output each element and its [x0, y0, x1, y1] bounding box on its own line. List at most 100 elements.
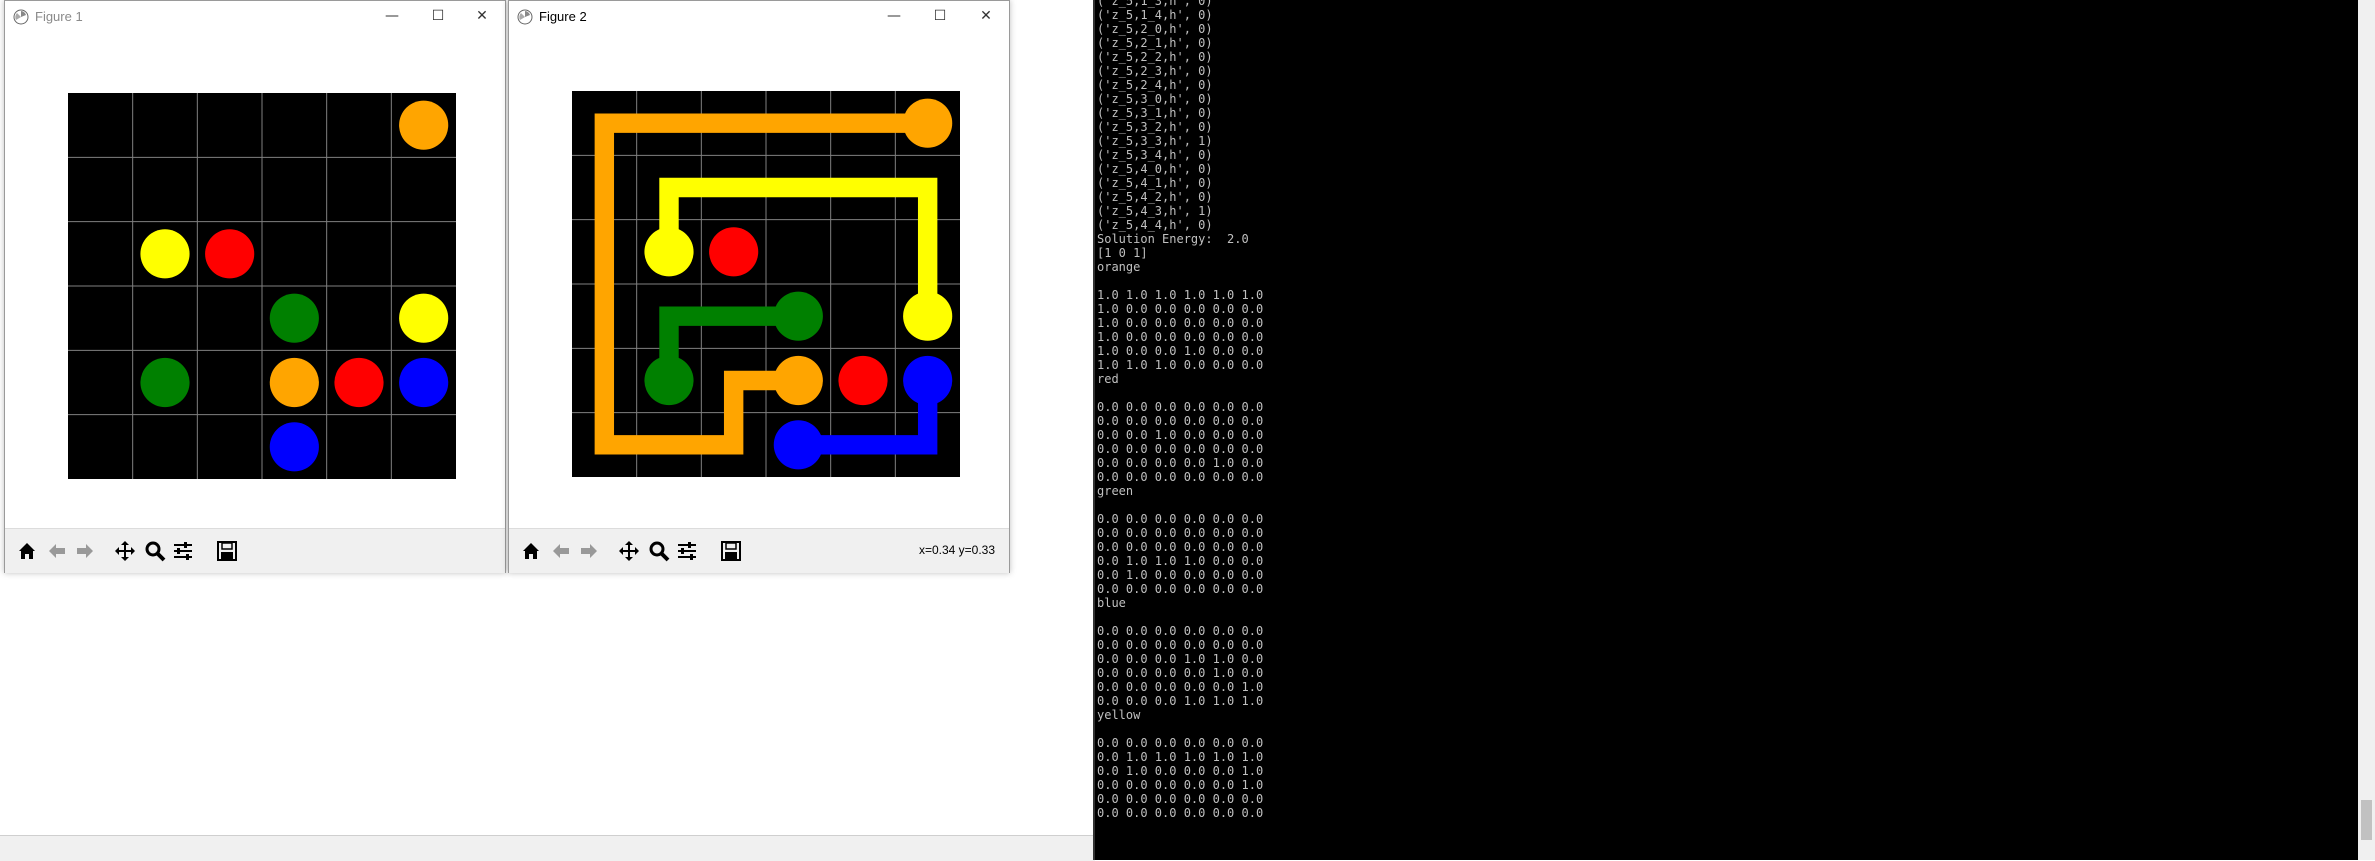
red-dot [838, 355, 888, 406]
save-icon [217, 541, 237, 561]
forward-button[interactable] [575, 537, 603, 565]
cursor-coordinates: x=0.34 y=0.33 [918, 543, 995, 557]
console-line: 0.0 0.0 0.0 0.0 0.0 0.0 [1097, 526, 1264, 540]
console-line: 0.0 0.0 0.0 0.0 0.0 0.0 [1097, 736, 1264, 750]
console-line: 0.0 0.0 0.0 0.0 0.0 0.0 [1097, 414, 1264, 428]
console-output: ('z_5,1_3,h', 0) ('z_5,1_4,h', 0) ('z_5,2_… [1097, 0, 1263, 820]
figure-1-canvas[interactable] [5, 31, 505, 528]
forward-button[interactable] [71, 537, 99, 565]
console-line: blue [1097, 596, 1126, 610]
puzzle-solution-board [572, 91, 960, 477]
taskbar-strip [0, 835, 1095, 861]
zoom-button[interactable] [141, 537, 169, 565]
maximize-button[interactable]: ☐ [415, 1, 461, 31]
console-line: ('z_5,4_3,h', 1) [1097, 204, 1213, 218]
console-line: orange [1097, 260, 1141, 274]
console-line: 0.0 0.0 0.0 1.0 1.0 1.0 [1097, 694, 1264, 708]
minimize-button[interactable]: — [369, 1, 415, 31]
pan-button[interactable] [111, 537, 139, 565]
console-line: ('z_5,3_4,h', 0) [1097, 148, 1213, 162]
home-button[interactable] [517, 537, 545, 565]
back-button[interactable] [43, 537, 71, 565]
maximize-button[interactable]: ☐ [917, 1, 963, 31]
console-line: 0.0 0.0 0.0 0.0 0.0 1.0 [1097, 778, 1264, 792]
blue-dot [269, 422, 319, 472]
console-line: 0.0 1.0 0.0 0.0 0.0 1.0 [1097, 764, 1264, 778]
matplotlib-logo-icon [13, 9, 29, 25]
green-dot [773, 291, 823, 341]
back-arrow-icon [553, 544, 569, 558]
console-line: 0.0 0.0 0.0 0.0 0.0 0.0 [1097, 540, 1264, 554]
save-icon [721, 541, 741, 561]
console-line: ('z_5,1_4,h', 0) [1097, 8, 1213, 22]
console-scrollbar[interactable] [2358, 0, 2375, 860]
figure-2-window[interactable]: Figure 2 — ☐ ✕ x=0.34 y=0.33 [508, 0, 1010, 573]
navigation-toolbar [5, 528, 505, 573]
orange-dot [903, 98, 953, 148]
console-line: 1.0 1.0 1.0 1.0 1.0 1.0 [1097, 288, 1264, 302]
configure-subplots-icon [174, 542, 192, 560]
save-button[interactable] [717, 537, 745, 565]
red-dot [205, 229, 255, 279]
console-line: [1 0 1] [1097, 246, 1148, 260]
console-line: ('z_5,4_4,h', 0) [1097, 218, 1213, 232]
yellow-dot [399, 293, 449, 343]
window-title: Figure 1 [35, 9, 83, 24]
close-button[interactable]: ✕ [963, 1, 1009, 31]
console-line: ('z_5,2_1,h', 0) [1097, 36, 1213, 50]
console-line: 0.0 0.0 0.0 0.0 1.0 0.0 [1097, 666, 1264, 680]
console-line: 0.0 0.0 0.0 0.0 0.0 0.0 [1097, 470, 1264, 484]
console-line: ('z_5,2_4,h', 0) [1097, 78, 1213, 92]
configure-subplots-button[interactable] [169, 537, 197, 565]
figure-1-titlebar[interactable]: Figure 1 — ☐ ✕ [5, 1, 505, 31]
console-line: ('z_5,1_3,h', 0) [1097, 0, 1213, 8]
console-line: 0.0 0.0 0.0 0.0 0.0 0.0 [1097, 400, 1264, 414]
console-line: 1.0 0.0 0.0 0.0 0.0 0.0 [1097, 302, 1264, 316]
console-line: ('z_5,4_0,h', 0) [1097, 162, 1213, 176]
console-line: 0.0 0.0 0.0 0.0 0.0 0.0 [1097, 638, 1264, 652]
console-line: ('z_5,3_2,h', 0) [1097, 120, 1213, 134]
console-line: 0.0 0.0 1.0 0.0 0.0 0.0 [1097, 428, 1264, 442]
figure-2-titlebar[interactable]: Figure 2 — ☐ ✕ [509, 1, 1009, 31]
console-line: Solution Energy: 2.0 [1097, 232, 1249, 246]
console-line: 1.0 0.0 0.0 0.0 0.0 0.0 [1097, 330, 1264, 344]
console-line: 0.0 0.0 0.0 0.0 0.0 1.0 [1097, 680, 1264, 694]
console-line: 0.0 1.0 0.0 0.0 0.0 0.0 [1097, 568, 1264, 582]
green-dot [644, 355, 694, 406]
close-button[interactable]: ✕ [459, 1, 505, 31]
configure-subplots-button[interactable] [673, 537, 701, 565]
back-button[interactable] [547, 537, 575, 565]
pan-icon [619, 541, 639, 561]
navigation-toolbar: x=0.34 y=0.33 [509, 528, 1009, 573]
home-icon [523, 543, 539, 559]
console-line: 0.0 0.0 0.0 0.0 0.0 0.0 [1097, 442, 1264, 456]
red-dot [709, 227, 759, 277]
console-line: ('z_5,4_1,h', 0) [1097, 176, 1213, 190]
minimize-button[interactable]: — [871, 1, 917, 31]
forward-arrow-icon [581, 544, 597, 558]
blue-dot [773, 420, 823, 470]
puzzle-board [68, 93, 456, 479]
console-line: 1.0 0.0 0.0 1.0 0.0 0.0 [1097, 344, 1264, 358]
console-line: ('z_5,3_0,h', 0) [1097, 92, 1213, 106]
scrollbar-thumb[interactable] [2361, 800, 2372, 840]
zoom-icon [145, 541, 166, 562]
save-button[interactable] [213, 537, 241, 565]
forward-arrow-icon [77, 544, 93, 558]
console-line: green [1097, 484, 1134, 498]
figure-2-canvas[interactable] [509, 31, 1009, 528]
console-window[interactable]: ('z_5,1_3,h', 0) ('z_5,1_4,h', 0) ('z_5,2_… [1095, 0, 2375, 860]
figure-1-window[interactable]: Figure 1 — ☐ ✕ [4, 0, 506, 573]
zoom-button[interactable] [645, 537, 673, 565]
console-line: 0.0 0.0 0.0 0.0 0.0 0.0 [1097, 582, 1264, 596]
pan-button[interactable] [615, 537, 643, 565]
red-dot [334, 357, 384, 408]
home-button[interactable] [13, 537, 41, 565]
console-line: 0.0 1.0 1.0 1.0 1.0 1.0 [1097, 750, 1264, 764]
console-line: red [1097, 372, 1119, 386]
